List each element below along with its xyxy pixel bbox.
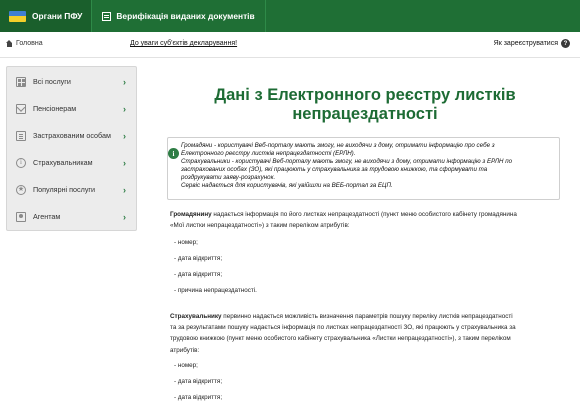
how-to-register-label: Як зареєструватися <box>493 40 558 47</box>
insurer-line-2: та за результатами пошуку надається інфо… <box>170 324 516 332</box>
citizen-paragraph: Громадянину надається інформація по його… <box>170 209 565 231</box>
sidebar: Всі послуги › Пенсіонерам › Застраховани… <box>6 66 137 231</box>
list-item: - дата відкриття; <box>174 378 223 385</box>
sidebar-item-insurers[interactable]: Страхувальникам › <box>7 149 136 176</box>
info-icon <box>16 157 26 168</box>
list-item: - номер; <box>174 362 198 369</box>
insurer-text: первинно надається можливість визначення… <box>221 313 513 320</box>
citizen-lead: Громадянину <box>170 211 212 218</box>
sidebar-item-label: Агентам <box>33 212 61 221</box>
star-icon <box>16 184 26 195</box>
info-line: Громадяни - користувачі Веб-порталу мают… <box>181 142 495 149</box>
info-notice-text: Громадяни - користувачі Веб-порталу мают… <box>181 142 557 189</box>
sidebar-item-label: Пенсіонерам <box>33 104 77 113</box>
list-item: - причина непрацездатності. <box>174 287 257 294</box>
info-line: роздрукувати заяву-розрахунок. <box>181 173 276 181</box>
chevron-right-icon: › <box>123 130 126 141</box>
home-icon <box>6 40 13 47</box>
insurer-paragraph: Страхувальнику первинно надається можлив… <box>170 311 565 356</box>
sidebar-item-popular-services[interactable]: Популярні послуги › <box>7 176 136 203</box>
page-title-line-2: непрацездатності <box>292 105 438 123</box>
list-item: - дата відкриття; <box>174 394 223 401</box>
info-line: Сервіс надається для користувачів, які у… <box>181 181 393 189</box>
list-item: - дата відкриття; <box>174 255 223 262</box>
header-spacer <box>266 0 580 32</box>
list-item: - дата відкриття; <box>174 271 223 278</box>
chevron-right-icon: › <box>123 157 126 168</box>
sidebar-item-label: Всі послуги <box>33 77 71 86</box>
document-icon <box>16 130 26 141</box>
info-line: застрахованих особах (ЗО), які працюють … <box>181 165 488 173</box>
page-title-line-1: Дані з Електронного реєстру листків <box>214 86 516 104</box>
sidebar-item-label: Страхувальникам <box>33 158 93 167</box>
sidebar-item-pensioners[interactable]: Пенсіонерам › <box>7 95 136 122</box>
info-line: Страхувальники - користувачі Веб-порталу… <box>181 157 513 165</box>
page-title: Дані з Електронного реєстру листків непр… <box>170 86 560 124</box>
breadcrumb-bar: Головна До уваги суб'єктів декларування!… <box>0 32 580 58</box>
sidebar-item-label: Застрахованим особам <box>33 131 111 140</box>
how-to-register-link[interactable]: Як зареєструватися ? <box>494 39 570 48</box>
help-icon: ? <box>561 39 570 48</box>
top-header: Органи ПФУ Верифікація виданих документі… <box>0 0 580 32</box>
user-icon <box>16 211 26 222</box>
insurer-line-3: трудовою книжкою (пункт меню особистого … <box>170 335 511 343</box>
nav-verification-label: Верифікація виданих документів <box>116 11 255 21</box>
envelope-icon <box>16 103 26 114</box>
info-icon: i <box>168 148 179 159</box>
insurer-line-1: Страхувальнику первинно надається можлив… <box>170 311 565 322</box>
chevron-right-icon: › <box>123 211 126 222</box>
breadcrumb-home[interactable]: Головна <box>6 40 43 47</box>
insurer-line-4: атрибутів: <box>170 346 200 354</box>
sidebar-item-agents[interactable]: Агентам › <box>7 203 136 230</box>
insurer-lead: Страхувальнику <box>170 313 222 320</box>
chevron-right-icon: › <box>123 103 126 114</box>
sidebar-item-insured-persons[interactable]: Застрахованим особам › <box>7 122 136 149</box>
chevron-right-icon: › <box>123 76 126 87</box>
grid-icon <box>16 76 26 87</box>
citizen-line-1: Громадянину надається інформація по його… <box>170 209 565 220</box>
ukraine-flag-icon <box>9 10 26 22</box>
document-list-icon <box>102 11 112 21</box>
brand-link[interactable]: Органи ПФУ <box>0 0 93 32</box>
citizen-text: надається інформація по його листках неп… <box>211 211 517 218</box>
chevron-right-icon: › <box>123 184 126 195</box>
breadcrumb-home-label: Головна <box>16 40 43 47</box>
brand-label: Органи ПФУ <box>32 11 83 21</box>
declarants-notice-link[interactable]: До уваги суб'єктів декларування! <box>130 40 237 47</box>
citizen-line-2: «Мої листки непрацездатності») з таким п… <box>170 222 350 230</box>
nav-verification[interactable]: Верифікація виданих документів <box>92 0 266 32</box>
info-line: Електронного реєстру листків непрацездат… <box>181 149 356 157</box>
info-notice-box: i Громадяни - користувачі Веб-порталу ма… <box>167 137 560 200</box>
list-item: - номер; <box>174 239 198 246</box>
sidebar-item-all-services[interactable]: Всі послуги › <box>7 68 136 95</box>
sidebar-item-label: Популярні послуги <box>33 185 96 194</box>
